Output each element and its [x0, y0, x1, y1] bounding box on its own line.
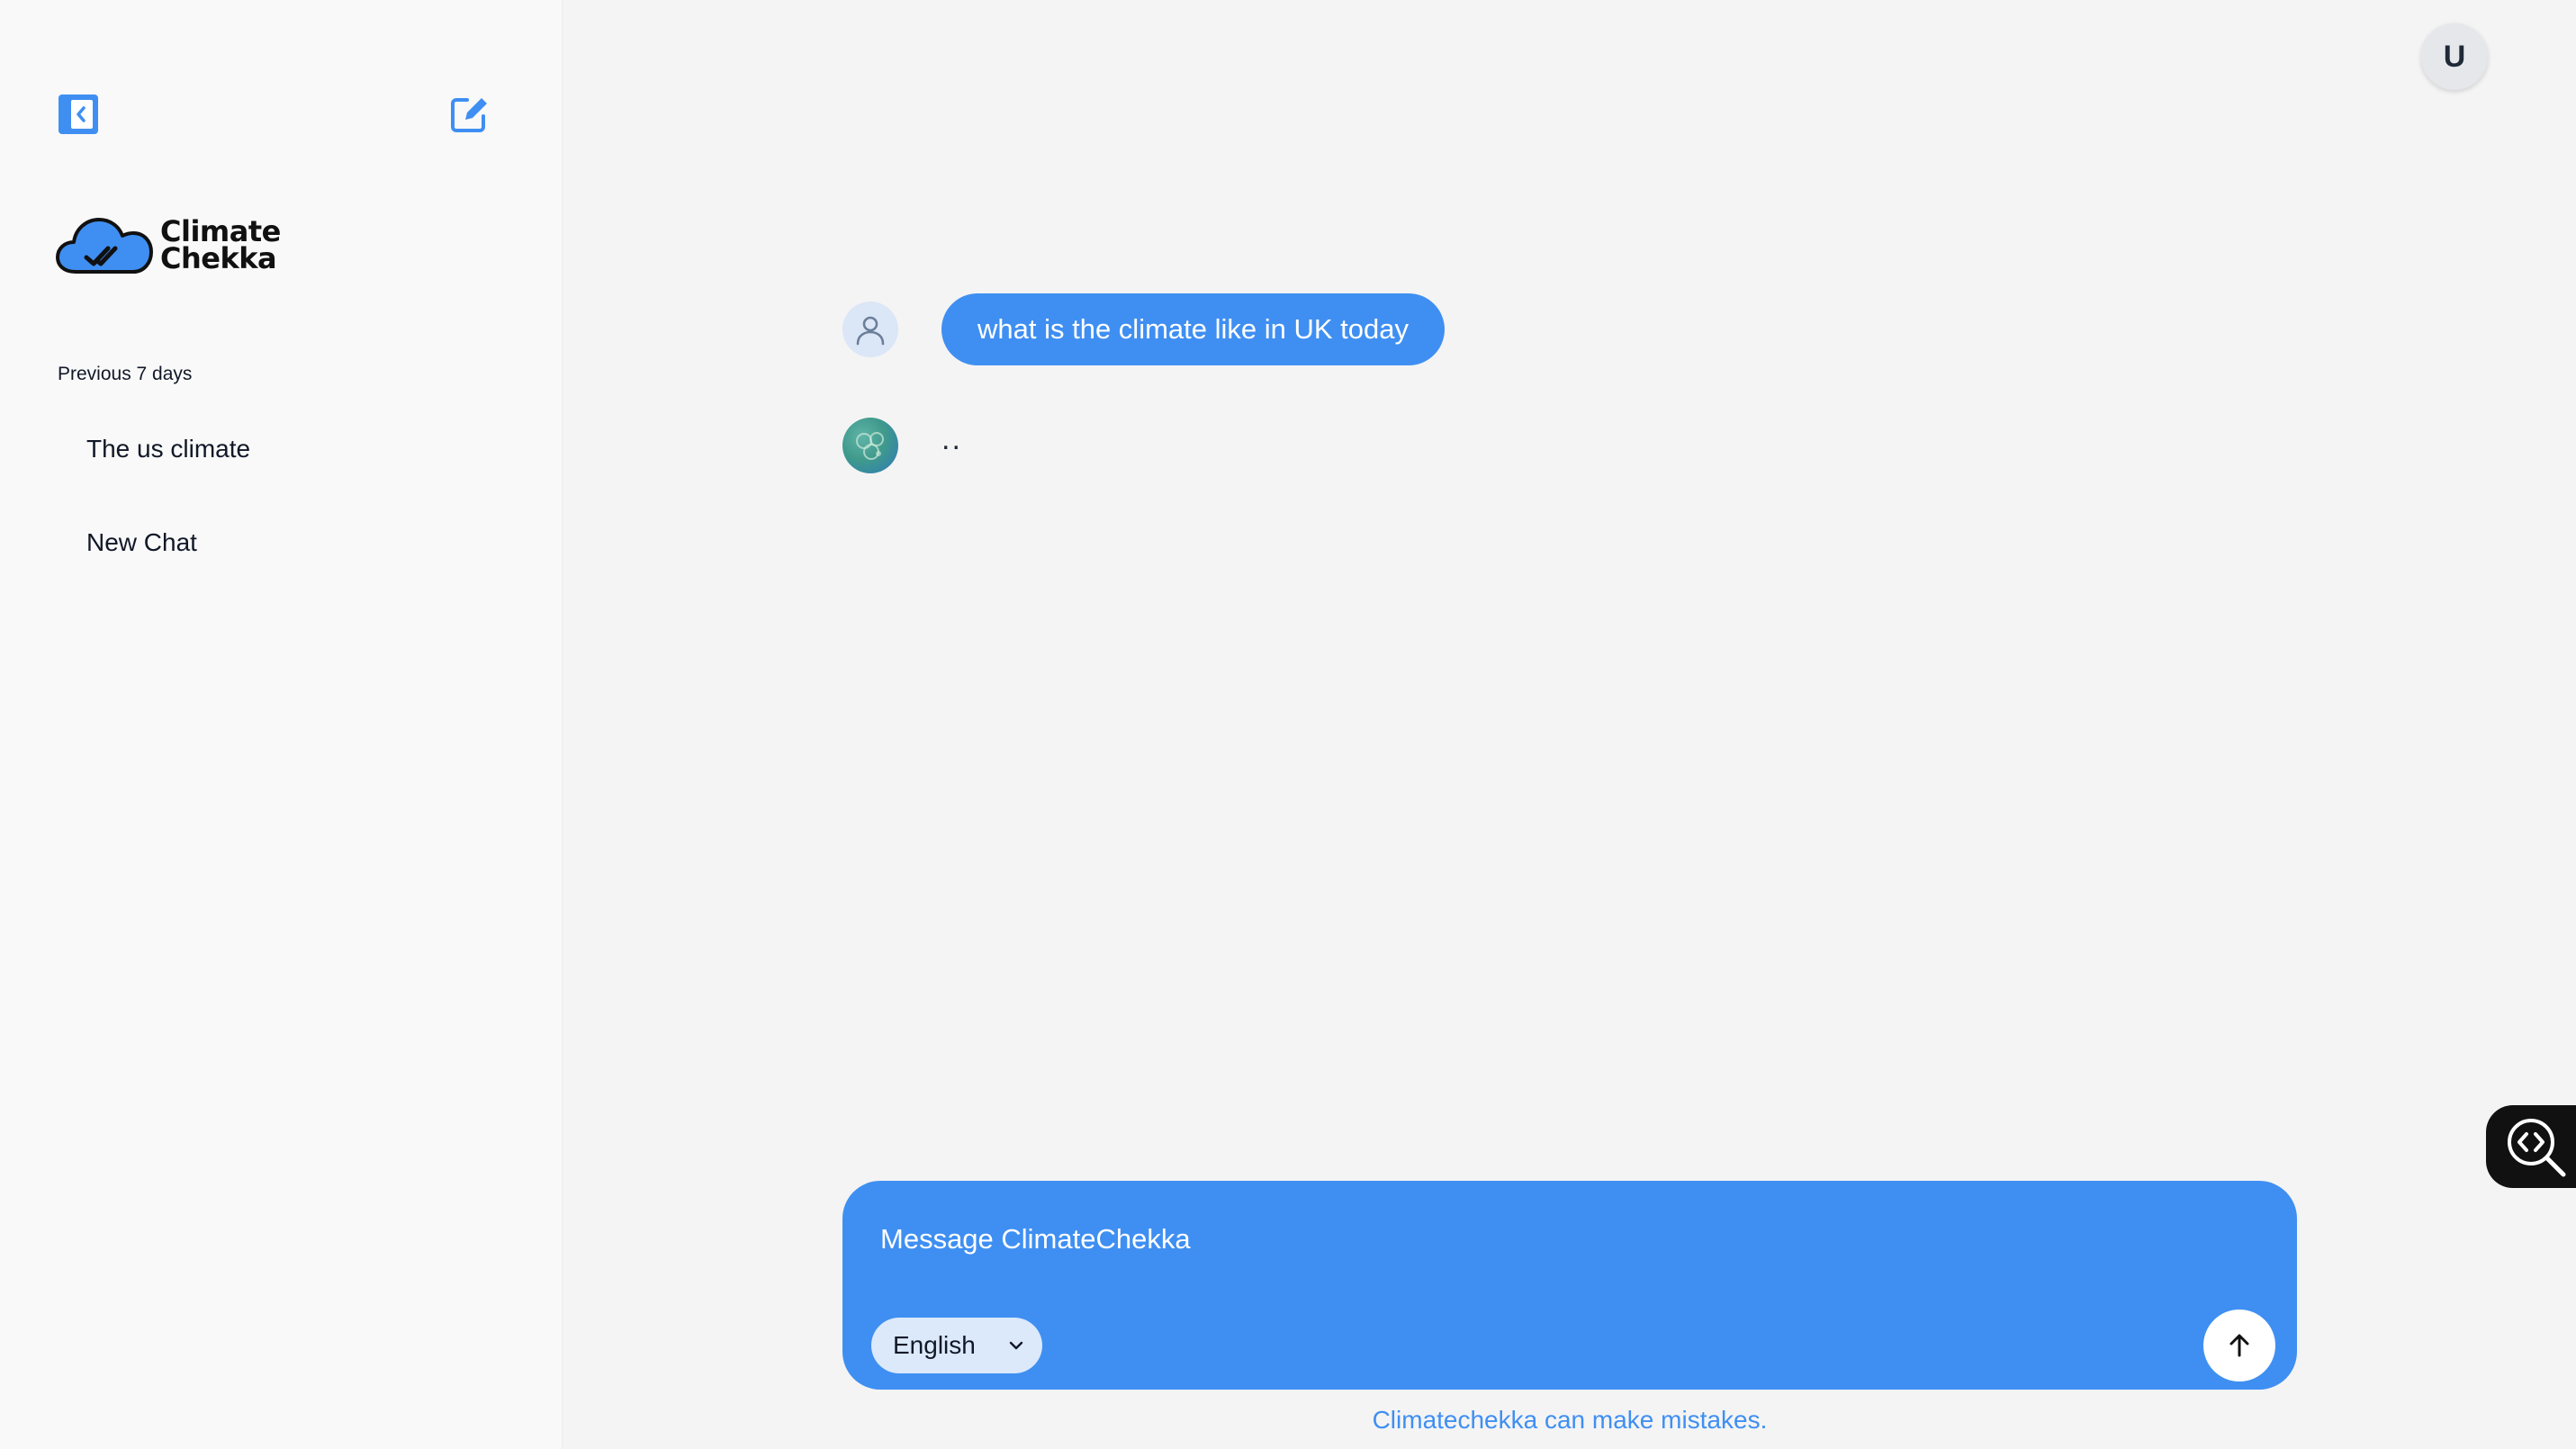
logo-text-line2: Chekka [160, 241, 277, 275]
history-item-new-chat[interactable]: New Chat [58, 514, 508, 572]
user-message-avatar [842, 302, 898, 357]
collapse-sidebar-button[interactable] [54, 90, 103, 139]
user-message-row: what is the climate like in UK today [842, 293, 1445, 365]
app-root: Climate Chekka Previous 7 days The us cl… [0, 0, 2576, 1449]
new-chat-button[interactable] [445, 90, 493, 139]
code-search-icon [2508, 1119, 2566, 1177]
code-inspector-button[interactable] [2486, 1105, 2576, 1188]
compose-icon [451, 98, 487, 132]
globe-network-icon [856, 432, 884, 460]
user-message-bubble: what is the climate like in UK today [941, 293, 1445, 365]
climatechekka-logo: Climate Chekka [56, 212, 281, 277]
arrow-up-icon [2229, 1334, 2249, 1357]
history-item-the-us-climate[interactable]: The us climate [58, 420, 508, 478]
history-item-label: New Chat [86, 528, 197, 556]
language-selected-value: English [893, 1331, 976, 1359]
send-button[interactable] [2203, 1310, 2275, 1382]
message-composer: English [842, 1181, 2297, 1390]
history-item-label: The us climate [86, 435, 251, 463]
cloud-check-logo-icon [56, 218, 153, 274]
bot-avatar [842, 418, 898, 473]
sidebar-collapse-icon [59, 94, 98, 134]
user-avatar[interactable]: U [2421, 23, 2488, 90]
disclaimer-text: Climatechekka can make mistakes. [1372, 1406, 1768, 1434]
sidebar: Climate Chekka Previous 7 days The us cl… [0, 0, 563, 1449]
bot-message-row: .. [842, 418, 962, 473]
language-select[interactable]: English [871, 1318, 1042, 1373]
person-icon [856, 316, 885, 346]
history-section-label: Previous 7 days [58, 364, 193, 384]
chevron-down-icon [1009, 1341, 1023, 1350]
bot-message-text: .. [941, 421, 962, 456]
message-input[interactable] [878, 1211, 2142, 1267]
